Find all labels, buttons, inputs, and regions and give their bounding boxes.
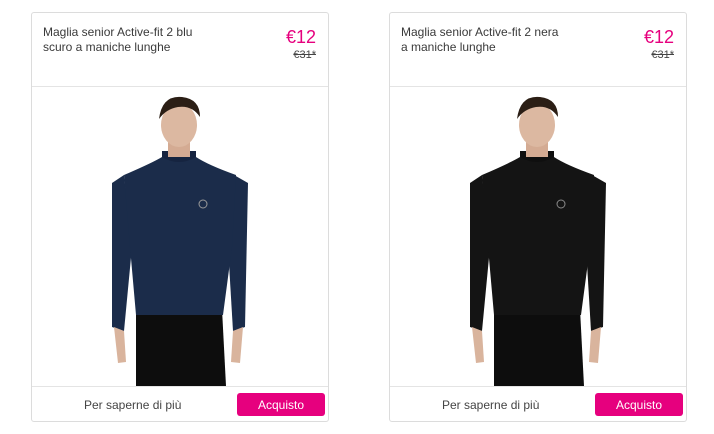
product-footer: Per saperne di più Acquisto: [32, 386, 328, 423]
product-old-price: €31*: [651, 49, 674, 61]
model-shirt-image: [470, 96, 606, 386]
product-price: €12: [285, 27, 316, 47]
product-title[interactable]: Maglia senior Active-fit 2 blu scuro a m…: [43, 25, 203, 55]
more-info-link[interactable]: Per saperne di più: [84, 398, 181, 412]
buy-button[interactable]: Acquisto: [237, 393, 325, 416]
model-shirt-image: [112, 96, 248, 386]
product-image[interactable]: [32, 87, 328, 386]
product-price: €12: [643, 27, 674, 47]
product-header: Maglia senior Active-fit 2 blu scuro a m…: [32, 13, 328, 87]
product-image[interactable]: [390, 87, 686, 386]
product-footer: Per saperne di più Acquisto: [390, 386, 686, 423]
product-card: Maglia senior Active-fit 2 blu scuro a m…: [31, 12, 329, 422]
product-old-price: €31*: [293, 49, 316, 61]
product-title[interactable]: Maglia senior Active-fit 2 nera a manich…: [401, 25, 561, 55]
product-header: Maglia senior Active-fit 2 nera a manich…: [390, 13, 686, 87]
product-card: Maglia senior Active-fit 2 nera a manich…: [389, 12, 687, 422]
buy-button[interactable]: Acquisto: [595, 393, 683, 416]
more-info-link[interactable]: Per saperne di più: [442, 398, 539, 412]
